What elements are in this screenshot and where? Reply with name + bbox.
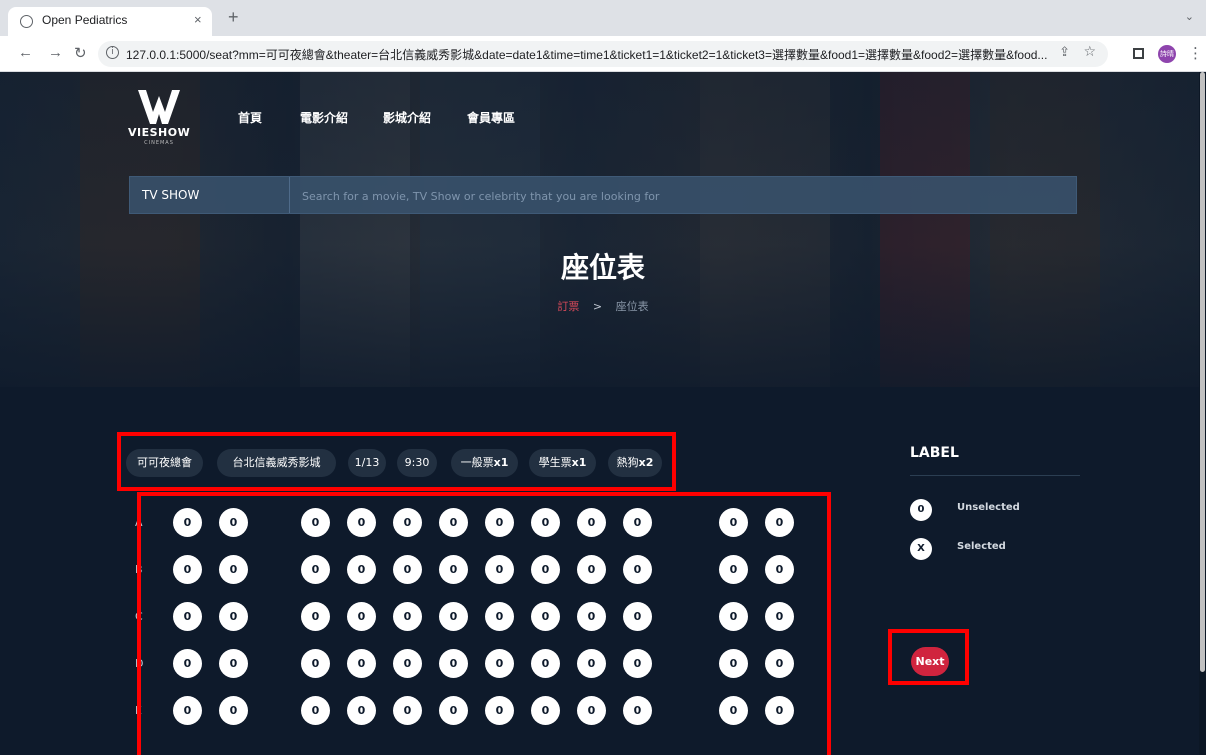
breadcrumb: 訂票 > 座位表 [0, 298, 1206, 314]
unselected-seat-icon: 0 [910, 499, 932, 521]
summary-highlight-box [117, 432, 676, 491]
breadcrumb-separator: > [592, 300, 603, 313]
legend-title: LABEL [910, 445, 959, 461]
new-tab-button[interactable]: + [228, 7, 239, 28]
breadcrumb-link-booking[interactable]: 訂票 [557, 300, 579, 313]
address-bar[interactable]: i 127.0.0.1:5000/seat?mm=可可夜總會&theater=台… [98, 41, 1108, 67]
seatmap-highlight-box [137, 492, 831, 755]
search-category-select[interactable]: TV SHOW [130, 177, 290, 213]
close-tab-icon[interactable]: × [194, 12, 202, 27]
page-scrollbar[interactable] [1199, 72, 1206, 755]
search-input[interactable] [292, 177, 1084, 215]
scrollbar-thumb[interactable] [1200, 72, 1205, 672]
vieshow-logo[interactable]: VIESHOW CINEMAS [128, 90, 190, 146]
side-panel-icon[interactable] [1133, 48, 1144, 59]
selected-seat-icon: X [910, 538, 932, 560]
nav-item-members[interactable]: 會員專區 [467, 109, 515, 126]
hero-banner: VIESHOW CINEMAS 首頁 電影介紹 影城介紹 會員專區 TV SHO… [0, 72, 1206, 387]
nav-item-movies[interactable]: 電影介紹 [300, 109, 348, 126]
tab-title: Open Pediatrics [42, 13, 128, 27]
logo-subtext: CINEMAS [144, 140, 174, 146]
next-highlight-box [888, 629, 969, 685]
browser-menu-icon[interactable]: ⋮ [1188, 44, 1203, 62]
logo-text: VIESHOW [128, 126, 191, 139]
tab-search-chevron-icon[interactable]: ⌄ [1185, 10, 1194, 23]
legend-divider [910, 475, 1080, 476]
page-content: VIESHOW CINEMAS 首頁 電影介紹 影城介紹 會員專區 TV SHO… [0, 72, 1206, 755]
bookmark-star-icon[interactable]: ☆ [1083, 44, 1096, 60]
globe-icon [20, 15, 33, 28]
reload-icon[interactable]: ↻ [74, 44, 87, 62]
profile-avatar[interactable]: 詩晴 [1158, 45, 1176, 63]
browser-toolbar: ← → ↻ i 127.0.0.1:5000/seat?mm=可可夜總會&the… [0, 36, 1206, 72]
back-arrow-icon[interactable]: ← [18, 44, 33, 61]
nav-item-theaters[interactable]: 影城介紹 [383, 109, 431, 126]
logo-mark-icon [138, 90, 180, 124]
browser-tab-bar: Open Pediatrics × + ⌄ [0, 0, 1206, 36]
search-bar: TV SHOW [129, 176, 1084, 215]
legend-label: Unselected [957, 502, 1020, 513]
legend-label: Selected [957, 541, 1006, 552]
share-icon[interactable]: ⇪ [1059, 45, 1070, 60]
url-text[interactable]: 127.0.0.1:5000/seat?mm=可可夜總會&theater=台北信… [126, 46, 1056, 63]
page-title: 座位表 [560, 251, 645, 284]
forward-arrow-icon[interactable]: → [48, 44, 63, 61]
site-info-icon[interactable]: i [106, 46, 119, 59]
breadcrumb-current: 座位表 [615, 300, 649, 313]
browser-tab[interactable]: Open Pediatrics × [8, 7, 212, 36]
nav-item-home[interactable]: 首頁 [238, 109, 262, 126]
